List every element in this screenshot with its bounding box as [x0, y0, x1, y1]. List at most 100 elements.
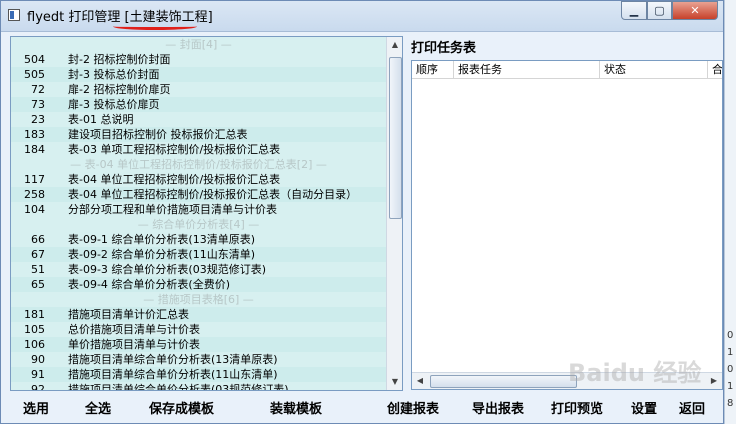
report-code: 181 — [24, 308, 45, 321]
report-code: 23 — [31, 113, 45, 126]
list-item[interactable]: 504 封-2 招标控制价封面 — [11, 52, 386, 67]
report-name: 单价措施项目清单与计价表 — [68, 338, 200, 351]
print-preview-button[interactable]: 打印预览 — [551, 399, 603, 421]
list-item[interactable]: 184 表-03 单项工程招标控制价/投标报价汇总表 — [11, 142, 386, 157]
list-item[interactable]: 73 扉-3 投标总价扉页 — [11, 97, 386, 112]
report-name: 总价措施项目清单与计价表 — [68, 323, 200, 336]
report-name: 措施项目清单综合单价分析表(03规范修订表) — [68, 383, 289, 391]
report-list-panel: — 封面[4] —504 封-2 招标控制价封面 505 封-3 投标总价封面 72 扉-… — [10, 36, 403, 391]
report-code: 65 — [31, 278, 45, 291]
list-item[interactable]: 183 建设项目招标控制价 投标报价汇总表 — [11, 127, 386, 142]
report-name: 措施项目清单计价汇总表 — [68, 308, 189, 321]
red-annotation-underline — [113, 23, 197, 30]
list-group-header[interactable]: — 表-04 单位工程招标控制价/投标报价汇总表[2] — — [11, 157, 386, 172]
export-report-button[interactable]: 导出报表 — [472, 399, 524, 421]
report-code: 505 — [24, 68, 45, 81]
column-header-status[interactable]: 状态 — [600, 61, 708, 78]
report-code: 504 — [24, 53, 45, 66]
list-item[interactable]: 505 封-3 投标总价封面 — [11, 67, 386, 82]
list-item[interactable]: 181 措施项目清单计价汇总表 — [11, 307, 386, 322]
report-list[interactable]: — 封面[4] —504 封-2 招标控制价封面 505 封-3 投标总价封面 72 扉-… — [11, 37, 386, 391]
scroll-left-arrow-icon[interactable]: ◀ — [412, 373, 428, 389]
side-cell: 0 — [727, 364, 734, 375]
report-code: 105 — [24, 323, 45, 336]
report-code: 91 — [31, 368, 45, 381]
scroll-right-arrow-icon[interactable]: ▶ — [706, 373, 722, 389]
list-item[interactable]: 23 表-01 总说明 — [11, 112, 386, 127]
report-name: 封-2 招标控制价封面 — [68, 53, 171, 66]
task-table-header: 顺序 报表任务 状态 合 — [412, 61, 722, 79]
list-item[interactable]: 65 表-09-4 综合单价分析表(全费价) — [11, 277, 386, 292]
report-name: 封-3 投标总价封面 — [68, 68, 160, 81]
report-code: 117 — [24, 173, 45, 186]
bottom-toolbar: 选用 全选 保存成模板 装载模板 创建报表 导出报表 打印预览 设置 返回 — [1, 399, 723, 423]
report-code: 92 — [31, 383, 45, 391]
scrollbar-thumb[interactable] — [389, 57, 402, 219]
side-cell: 8 — [727, 398, 734, 409]
list-item[interactable]: 258 表-04 单位工程招标控制价/投标报价汇总表（自动分目录） — [11, 187, 386, 202]
vertical-scrollbar[interactable]: ▲ ▼ — [386, 37, 402, 390]
scroll-down-arrow-icon[interactable]: ▼ — [387, 374, 402, 390]
save-template-button[interactable]: 保存成模板 — [149, 399, 214, 421]
report-code: 66 — [31, 233, 45, 246]
report-name: 表-04 单位工程招标控制价/投标报价汇总表 — [68, 173, 281, 186]
app-icon — [8, 9, 20, 21]
report-name: 表-09-3 综合单价分析表(03规范修订表) — [68, 263, 267, 276]
report-name: 扉-3 投标总价扉页 — [68, 98, 160, 111]
list-item[interactable]: 72 扉-2 招标控制价扉页 — [11, 82, 386, 97]
report-name: 表-01 总说明 — [68, 113, 134, 126]
list-item[interactable]: 104 分部分项工程和单价措施项目清单与计价表 — [11, 202, 386, 217]
close-button[interactable]: ✕ — [672, 1, 718, 20]
report-name: 扉-2 招标控制价扉页 — [68, 83, 171, 96]
back-button[interactable]: 返回 — [679, 399, 705, 421]
select-all-button[interactable]: 全选 — [85, 399, 111, 421]
report-name: 表-09-4 综合单价分析表(全费价) — [68, 278, 231, 291]
report-code: 51 — [31, 263, 45, 276]
report-code: 184 — [24, 143, 45, 156]
settings-button[interactable]: 设置 — [631, 399, 657, 421]
scroll-up-arrow-icon[interactable]: ▲ — [387, 37, 402, 53]
baidu-watermark: Baidu 经验 — [568, 359, 702, 387]
column-header-order[interactable]: 顺序 — [412, 61, 454, 78]
side-cell: 1 — [727, 381, 734, 392]
report-code: 183 — [24, 128, 45, 141]
load-template-button[interactable]: 装载模板 — [270, 399, 322, 421]
task-table[interactable]: 顺序 报表任务 状态 合 ◀ ▶ — [411, 60, 723, 390]
list-item[interactable]: 51 表-09-3 综合单价分析表(03规范修订表) — [11, 262, 386, 277]
list-item[interactable]: 92 措施项目清单综合单价分析表(03规范修订表) — [11, 382, 386, 391]
maximize-button[interactable]: ▢ — [647, 1, 672, 20]
list-item[interactable]: 67 表-09-2 综合单价分析表(11山东清单) — [11, 247, 386, 262]
report-code: 67 — [31, 248, 45, 261]
select-button[interactable]: 选用 — [23, 399, 49, 421]
title-bar[interactable]: flyedt 打印管理 [土建装饰工程] ▁ ▢ ✕ — [1, 1, 723, 32]
report-code: 258 — [24, 188, 45, 201]
list-item[interactable]: 90 措施项目清单综合单价分析表(13清单原表) — [11, 352, 386, 367]
side-cell: 0 — [727, 330, 734, 341]
report-name: 表-04 单位工程招标控制价/投标报价汇总表（自动分目录） — [68, 188, 358, 201]
list-group-header[interactable]: — 封面[4] — — [11, 37, 386, 52]
report-code: 72 — [31, 83, 45, 96]
report-name: 分部分项工程和单价措施项目清单与计价表 — [68, 203, 277, 216]
list-item[interactable]: 106 单价措施项目清单与计价表 — [11, 337, 386, 352]
column-header-extra[interactable]: 合 — [708, 61, 722, 78]
report-name: 表-09-2 综合单价分析表(11山东清单) — [68, 248, 256, 261]
list-item[interactable]: 66 表-09-1 综合单价分析表(13清单原表) — [11, 232, 386, 247]
report-code: 104 — [24, 203, 45, 216]
report-name: 措施项目清单综合单价分析表(13清单原表) — [68, 353, 278, 366]
list-group-header[interactable]: — 措施项目表格[6] — — [11, 292, 386, 307]
report-code: 90 — [31, 353, 45, 366]
report-code: 73 — [31, 98, 45, 111]
create-report-button[interactable]: 创建报表 — [387, 399, 439, 421]
background-window-edge: 0 1 0 1 8 — [724, 0, 736, 424]
report-name: 表-09-1 综合单价分析表(13清单原表) — [68, 233, 256, 246]
report-code: 106 — [24, 338, 45, 351]
list-item[interactable]: 91 措施项目清单综合单价分析表(11山东清单) — [11, 367, 386, 382]
list-item[interactable]: 105 总价措施项目清单与计价表 — [11, 322, 386, 337]
hscrollbar-thumb[interactable] — [430, 375, 577, 388]
list-group-header[interactable]: — 综合单价分析表[4] — — [11, 217, 386, 232]
minimize-button[interactable]: ▁ — [621, 1, 647, 20]
column-header-report-task[interactable]: 报表任务 — [454, 61, 600, 78]
list-item[interactable]: 117 表-04 单位工程招标控制价/投标报价汇总表 — [11, 172, 386, 187]
task-table-title: 打印任务表 — [411, 41, 477, 56]
side-cell: 1 — [727, 347, 734, 358]
